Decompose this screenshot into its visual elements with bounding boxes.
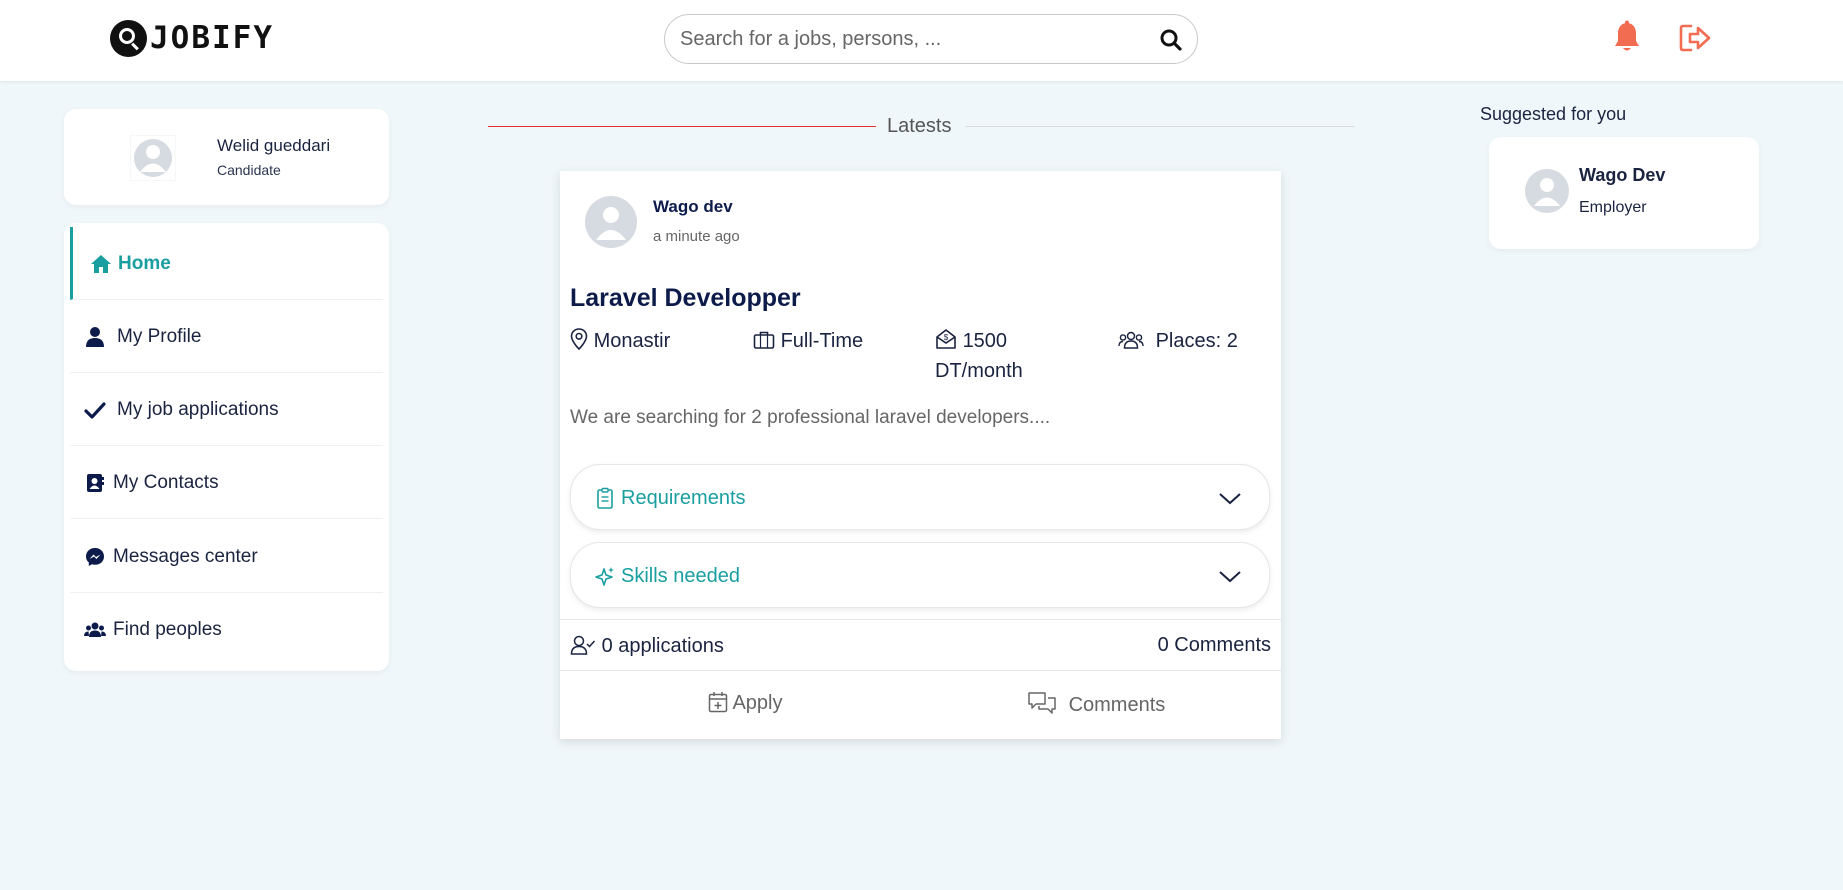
sidebar-item-home[interactable]: Home (70, 227, 383, 300)
people-icon (1118, 331, 1144, 349)
user-name: Welid gueddari (217, 136, 331, 155)
users-icon (84, 622, 106, 637)
post-time: a minute ago (653, 228, 740, 245)
job-post-card: Wago dev a minute ago Laravel Developper… (560, 171, 1281, 739)
job-type-label: Full-Time (780, 330, 864, 352)
briefcase-icon (753, 331, 775, 349)
messenger-icon (86, 548, 104, 566)
salary-envelope-icon: $ (936, 329, 956, 349)
logout-icon[interactable] (1678, 22, 1712, 54)
job-salary-unit: DT/month (935, 360, 1023, 382)
svg-text:$: $ (944, 333, 949, 342)
clipboard-icon (597, 487, 613, 509)
job-location-label: Monastir (593, 330, 671, 352)
job-places-label: Places: 2 (1155, 330, 1238, 352)
top-bar: JOBIFY (0, 0, 1843, 81)
post-stats: 0 applications 0 Comments (560, 619, 1281, 671)
avatar[interactable] (585, 196, 637, 248)
search-input[interactable] (680, 15, 1140, 63)
user-card[interactable]: Welid gueddari Candidate (64, 109, 389, 205)
suggested-heading: Suggested for you (1480, 104, 1627, 124)
user-role: Candidate (217, 162, 281, 178)
bell-icon[interactable] (1612, 20, 1642, 54)
suggested-person-role: Employer (1579, 199, 1647, 216)
suggested-person-card[interactable]: Wago Dev Employer (1489, 137, 1759, 249)
sidebar-item-label: My Contacts (113, 472, 219, 493)
skills-accordion[interactable]: Skills needed (570, 542, 1270, 608)
sidebar-item-messages[interactable]: Messages center (70, 520, 383, 593)
sidebar-item-label: Messages center (113, 546, 258, 567)
sidebar-item-contacts[interactable]: My Contacts (70, 446, 383, 519)
sidebar-item-my-profile[interactable]: My Profile (70, 300, 383, 373)
avatar (1525, 169, 1569, 213)
app-logo[interactable]: JOBIFY (110, 20, 274, 57)
feed-heading-label: Latests (887, 115, 952, 137)
job-salary: $ 1500 DT/month (935, 326, 1023, 386)
calendar-plus-icon (708, 692, 728, 713)
check-icon (84, 402, 106, 419)
comments-button[interactable]: Comments (1027, 691, 1165, 717)
sidebar-item-label: Home (118, 253, 171, 274)
sidebar-item-label: My Profile (117, 326, 202, 347)
job-places: Places: 2 (1118, 326, 1238, 356)
divider (488, 126, 876, 127)
contact-book-icon (87, 474, 104, 492)
user-icon (86, 327, 104, 347)
sparkle-icon (595, 567, 614, 586)
home-icon (91, 255, 111, 273)
avatar (130, 135, 176, 181)
search-icon[interactable] (1159, 28, 1183, 52)
comments-label: Comments (1068, 694, 1166, 716)
comments-count[interactable]: 0 Comments (1158, 634, 1271, 657)
applications-count: 0 applications (570, 634, 724, 658)
job-description: We are searching for 2 professional lara… (570, 407, 1051, 428)
chat-bubbles-icon (1028, 692, 1056, 714)
post-author[interactable]: Wago dev (653, 197, 733, 217)
job-type: Full-Time (753, 326, 863, 356)
job-title: Laravel Developper (570, 284, 801, 312)
sidebar-item-label: My job applications (117, 399, 279, 420)
requirements-accordion[interactable]: Requirements (570, 464, 1270, 530)
logo-icon (110, 20, 147, 57)
search-bar (664, 14, 1198, 64)
post-actions: Apply Comments (560, 671, 1281, 739)
sidebar-nav: Home My Profile My job applications My C… (64, 223, 389, 671)
apply-button[interactable]: Apply (708, 691, 782, 715)
job-salary-amount: 1500 (962, 330, 1008, 352)
sidebar-item-label: Find peoples (113, 619, 222, 640)
sidebar-item-job-applications[interactable]: My job applications (70, 373, 383, 446)
app-name: JOBIFY (150, 20, 274, 56)
skills-label: Skills needed (621, 565, 740, 587)
user-check-icon (570, 635, 596, 655)
chevron-down-icon (1219, 571, 1241, 583)
chevron-down-icon (1219, 493, 1241, 505)
job-location: Monastir (570, 326, 670, 356)
suggested-person-name[interactable]: Wago Dev (1579, 165, 1665, 186)
apply-label: Apply (732, 692, 783, 714)
sidebar-item-find-peoples[interactable]: Find peoples (70, 593, 383, 666)
location-pin-icon (570, 328, 588, 351)
feed-heading: Latests (488, 115, 1354, 137)
divider (966, 126, 1354, 127)
requirements-label: Requirements (621, 487, 746, 509)
applications-count-label: 0 applications (601, 635, 724, 657)
